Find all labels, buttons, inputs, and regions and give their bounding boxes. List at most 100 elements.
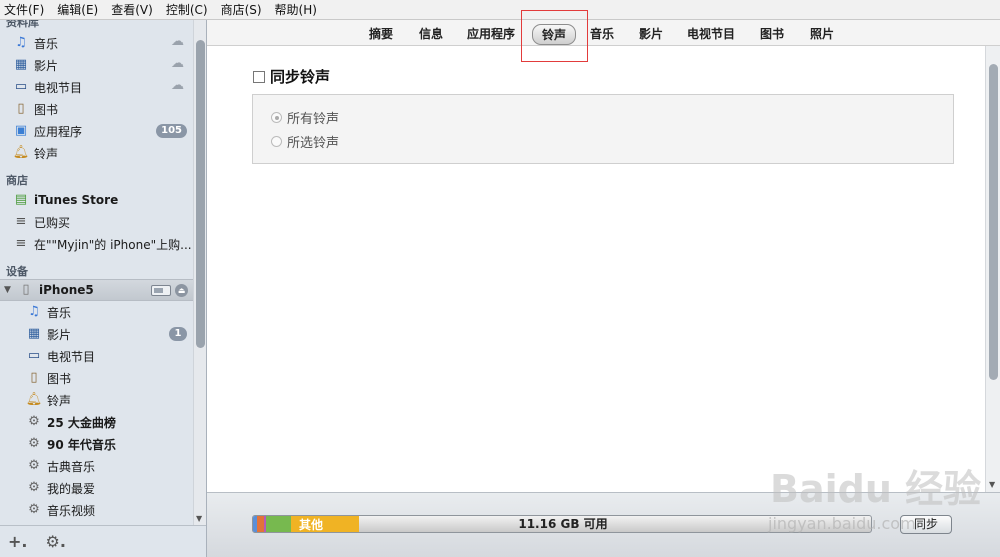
book-icon: ▯ xyxy=(17,101,25,116)
sidebar-item-label: 影片 xyxy=(47,327,72,342)
option-all-ringtones[interactable]: 所有铃声 xyxy=(271,108,339,127)
menubar: 文件(F) 编辑(E) 查看(V) 控制(C) 商店(S) 帮助(H) xyxy=(0,0,1000,20)
book-icon: ▯ xyxy=(30,370,38,385)
tab-info[interactable]: 信息 xyxy=(419,25,443,42)
eject-icon[interactable]: ⏏ xyxy=(175,284,188,297)
sidebar-item-device-music[interactable]: ♫ 音乐 xyxy=(0,301,193,323)
tab-apps[interactable]: 应用程序 xyxy=(467,25,515,42)
device-tab-bar: 摘要 信息 应用程序 铃声 音乐 影片 电视节目 图书 照片 xyxy=(207,20,1000,46)
sidebar-item-label: 音乐 xyxy=(34,36,59,51)
tab-movies[interactable]: 影片 xyxy=(639,25,663,42)
sidebar-item-label: 25 大金曲榜 xyxy=(47,415,116,430)
count-badge: 105 xyxy=(156,124,187,138)
all-ringtones-label: 所有铃声 xyxy=(287,112,340,127)
sync-ringtones-checkbox[interactable] xyxy=(253,70,265,83)
sidebar-item-device-tv-shows[interactable]: ▭ 电视节目 xyxy=(0,345,193,367)
sidebar-item-label: 在""Myjin"的 iPhone"上购... xyxy=(34,237,192,252)
purchased-list-icon: ≡ xyxy=(15,236,27,251)
ringtones-content: 同步铃声 所有铃声 所选铃声 xyxy=(207,46,985,492)
menu-edit[interactable]: 编辑(E) xyxy=(57,1,98,18)
count-badge: 1 xyxy=(169,327,187,341)
battery-icon xyxy=(151,285,171,296)
sidebar-scroll-thumb[interactable] xyxy=(196,40,205,348)
selected-ringtones-radio[interactable] xyxy=(271,136,282,147)
tab-books[interactable]: 图书 xyxy=(760,25,784,42)
capacity-meter: 其他 11.16 GB 可用 xyxy=(252,515,872,533)
sidebar-item-label: 电视节目 xyxy=(47,349,96,364)
sidebar-list: 资料库 ♫ 音乐 ☁ ▦ 影片 ☁ ▭ 电视节目 ☁ ▯ 图书 ▣ 应用程序 1… xyxy=(0,20,193,525)
sidebar-item-playlist-90s[interactable]: ⚙ 90 年代音乐 xyxy=(0,433,193,455)
sidebar-scrollbar[interactable]: ▼ xyxy=(193,20,206,525)
sidebar-item-label: 影片 xyxy=(34,58,59,73)
sidebar-item-label: 应用程序 xyxy=(34,124,83,139)
sidebar-item-device-books[interactable]: ▯ 图书 xyxy=(0,367,193,389)
tab-tv-shows[interactable]: 电视节目 xyxy=(687,25,735,42)
film-icon: ▦ xyxy=(14,57,28,72)
all-ringtones-radio[interactable] xyxy=(271,112,282,123)
sidebar-item-label: 电视节目 xyxy=(34,80,83,95)
sidebar-item-label: 我的最爱 xyxy=(47,481,96,496)
main-scrollbar[interactable]: ▼ xyxy=(985,46,1000,492)
sidebar-item-playlist-top25[interactable]: ⚙ 25 大金曲榜 xyxy=(0,411,193,433)
sidebar-item-device-movies[interactable]: ▦ 影片 1 xyxy=(0,323,193,345)
add-playlist-button[interactable]: +. xyxy=(8,532,27,551)
menu-help[interactable]: 帮助(H) xyxy=(275,1,317,18)
sidebar-item-music[interactable]: ♫ 音乐 ☁ xyxy=(0,32,193,54)
sidebar-item-purchased-on-device[interactable]: ≡ 在""Myjin"的 iPhone"上购... xyxy=(0,233,193,255)
sidebar-item-label: 图书 xyxy=(34,102,59,117)
sidebar-item-label: 古典音乐 xyxy=(47,459,96,474)
sidebar-item-label: iTunes Store xyxy=(34,193,119,207)
sidebar-item-label: iPhone5 xyxy=(39,283,94,297)
scroll-down-arrow-icon[interactable]: ▼ xyxy=(196,514,202,523)
tab-music[interactable]: 音乐 xyxy=(590,25,614,42)
main-pane: 摘要 信息 应用程序 铃声 音乐 影片 电视节目 图书 照片 同步铃声 所有铃声… xyxy=(207,10,1000,557)
option-selected-ringtones[interactable]: 所选铃声 xyxy=(271,132,339,151)
capacity-segment-3 xyxy=(266,516,291,532)
settings-gear-button[interactable]: ⚙. xyxy=(45,532,65,551)
sidebar-item-movies[interactable]: ▦ 影片 ☁ xyxy=(0,54,193,76)
gear-playlist-icon: ⚙ xyxy=(28,480,40,495)
sidebar-item-label: 音乐 xyxy=(47,305,72,320)
film-icon: ▦ xyxy=(27,326,41,341)
app-icon: ▣ xyxy=(14,123,28,138)
cloud-icon: ☁ xyxy=(171,56,184,71)
menu-controls[interactable]: 控制(C) xyxy=(166,1,208,18)
sidebar-item-device-iphone5[interactable]: ▼ ▯ iPhone5 ⏏ xyxy=(0,279,193,301)
tab-photos[interactable]: 照片 xyxy=(810,25,834,42)
gear-playlist-icon: ⚙ xyxy=(28,436,40,451)
tab-summary[interactable]: 摘要 xyxy=(369,25,393,42)
menu-store[interactable]: 商店(S) xyxy=(221,1,262,18)
capacity-segment-4: 其他 xyxy=(291,516,359,532)
disclosure-triangle-icon[interactable]: ▼ xyxy=(4,285,14,295)
section-header-store: 商店 xyxy=(6,174,28,187)
sidebar-item-label: 铃声 xyxy=(34,146,59,161)
sidebar-item-apps[interactable]: ▣ 应用程序 105 xyxy=(0,120,193,142)
sidebar-item-tv-shows[interactable]: ▭ 电视节目 ☁ xyxy=(0,76,193,98)
sidebar-item-playlist-favorites[interactable]: ⚙ 我的最爱 xyxy=(0,477,193,499)
sidebar-item-playlist-music-videos[interactable]: ⚙ 音乐视频 xyxy=(0,499,193,521)
ringtone-options-box: 所有铃声 所选铃声 xyxy=(252,94,954,164)
bell-icon: 🔔︎ xyxy=(25,392,43,407)
gear-playlist-icon: ⚙ xyxy=(28,458,40,473)
sidebar-item-playlist-classical[interactable]: ⚙ 古典音乐 xyxy=(0,455,193,477)
sync-ringtones-label: 同步铃声 xyxy=(270,68,331,86)
sidebar-item-purchased[interactable]: ≡ 已购买 xyxy=(0,211,193,233)
sidebar-item-label: 90 年代音乐 xyxy=(47,437,116,452)
sidebar-item-device-ringtones[interactable]: 🔔︎ 铃声 xyxy=(0,389,193,411)
sidebar-item-label: 图书 xyxy=(47,371,72,386)
store-bag-icon: ▤ xyxy=(14,192,28,207)
cloud-icon: ☁ xyxy=(171,34,184,49)
sidebar-item-books[interactable]: ▯ 图书 xyxy=(0,98,193,120)
scroll-down-arrow-icon[interactable]: ▼ xyxy=(989,480,995,489)
menu-file[interactable]: 文件(F) xyxy=(4,1,44,18)
menu-view[interactable]: 查看(V) xyxy=(111,1,153,18)
sidebar-item-itunes-store[interactable]: ▤ iTunes Store xyxy=(0,189,193,211)
tv-icon: ▭ xyxy=(14,79,28,94)
music-note-icon: ♫ xyxy=(15,35,27,50)
sidebar: 资料库 ♫ 音乐 ☁ ▦ 影片 ☁ ▭ 电视节目 ☁ ▯ 图书 ▣ 应用程序 1… xyxy=(0,20,207,557)
sync-ringtones-row[interactable]: 同步铃声 xyxy=(253,66,330,87)
sidebar-footer: +. ⚙. xyxy=(0,525,206,557)
main-scroll-thumb[interactable] xyxy=(989,64,998,380)
sync-button[interactable]: 同步 xyxy=(900,515,952,534)
sidebar-item-ringtones[interactable]: 🔔︎ 铃声 xyxy=(0,142,193,164)
